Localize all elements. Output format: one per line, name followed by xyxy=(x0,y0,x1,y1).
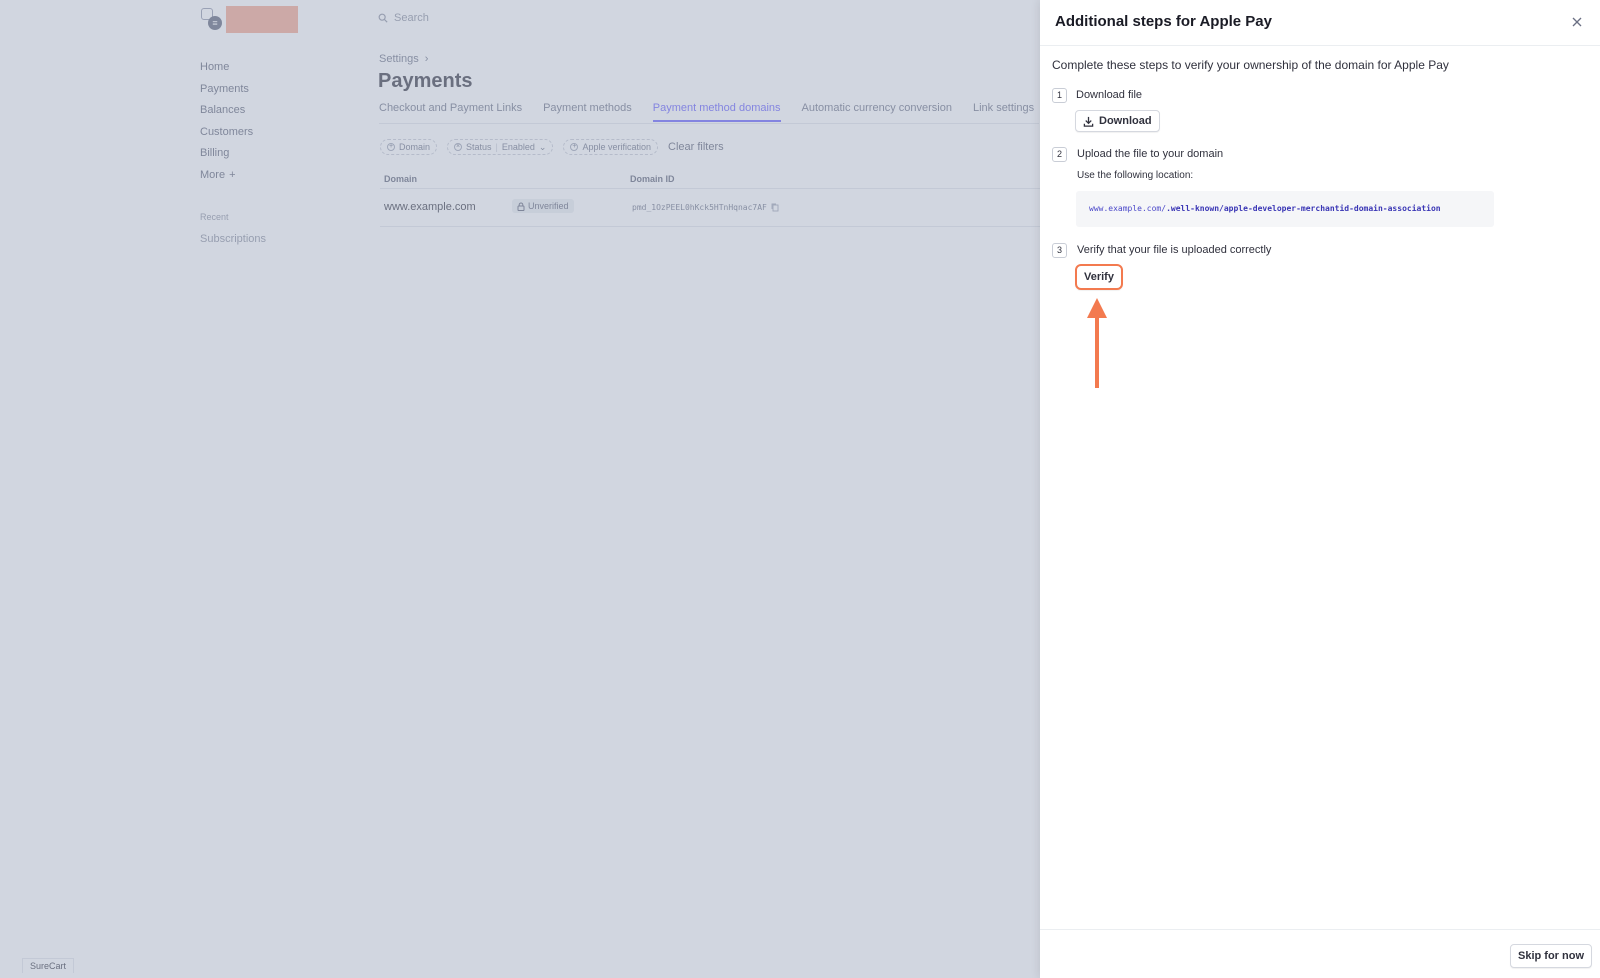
location-label: Use the following location: xyxy=(1077,170,1194,181)
close-button[interactable] xyxy=(1571,15,1585,29)
file-location-code[interactable]: www.example.com/.well-known/apple-develo… xyxy=(1076,191,1494,227)
file-location-host: www.example.com/ xyxy=(1089,204,1167,213)
drawer-title: Additional steps for Apple Pay xyxy=(1055,13,1272,30)
modal-backdrop[interactable] xyxy=(0,0,1040,978)
step-label-1: Download file xyxy=(1076,89,1143,101)
step-number-2: 2 xyxy=(1052,147,1067,162)
close-icon xyxy=(1572,17,1582,27)
arrow-up-icon xyxy=(1087,298,1107,388)
step-number-1: 1 xyxy=(1052,88,1067,103)
step-number-3: 3 xyxy=(1052,243,1067,258)
download-button-label: Download xyxy=(1099,115,1152,127)
verify-button[interactable]: Verify xyxy=(1075,264,1123,290)
verify-button-label: Verify xyxy=(1084,271,1114,283)
file-location-path: www.example.com/.well-known/apple-develo… xyxy=(1089,204,1441,213)
file-location-rest: .well-known/apple-developer-merchantid-d… xyxy=(1166,204,1441,213)
apple-pay-drawer: Additional steps for Apple Pay Complete … xyxy=(1040,0,1600,978)
step-label-3: Verify that your file is uploaded correc… xyxy=(1077,244,1272,256)
skip-for-now-button[interactable]: Skip for now xyxy=(1510,944,1592,968)
drawer-footer-divider xyxy=(1040,929,1600,930)
download-button[interactable]: Download xyxy=(1075,110,1160,132)
step-label-2: Upload the file to your domain xyxy=(1077,148,1224,160)
drawer-intro: Complete these steps to verify your owne… xyxy=(1052,58,1449,72)
drawer-header: Additional steps for Apple Pay xyxy=(1040,0,1600,46)
skip-button-label: Skip for now xyxy=(1518,950,1584,962)
download-icon xyxy=(1083,116,1094,127)
